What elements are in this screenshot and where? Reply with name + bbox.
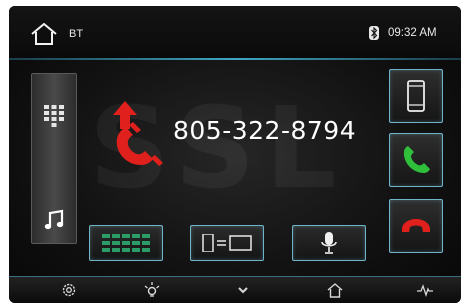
mobile-phone-icon (407, 80, 425, 112)
bottom-nav-bar (9, 276, 461, 303)
outgoing-call-icon (113, 101, 163, 166)
status-bar: BT 09:32 AM (9, 6, 461, 58)
clock: 09:32 AM (388, 27, 437, 39)
home-icon[interactable] (29, 23, 59, 45)
keypad-button[interactable] (89, 225, 163, 261)
answer-call-icon (403, 146, 430, 173)
end-call-button[interactable] (389, 199, 443, 253)
end-call-icon (402, 219, 430, 232)
music-note-icon[interactable] (43, 209, 65, 231)
side-panel (31, 73, 77, 244)
phone-to-car-transfer-icon (202, 234, 252, 252)
keypad-icon (102, 234, 150, 252)
transfer-audio-button[interactable] (190, 225, 264, 261)
settings-icon[interactable] (61, 282, 77, 298)
answer-call-button[interactable] (389, 133, 443, 187)
chevron-down-icon[interactable] (235, 282, 251, 298)
head-unit-frame: SSL BT 09:32 AM 805-322-8794 (9, 6, 461, 303)
brightness-icon[interactable] (144, 282, 160, 298)
dialed-number: 805-322-8794 (173, 116, 357, 145)
mobile-phone-button[interactable] (389, 69, 443, 123)
header-divider (9, 58, 461, 60)
microphone-icon (321, 232, 337, 254)
microphone-button[interactable] (292, 225, 366, 261)
bluetooth-icon (369, 26, 379, 40)
keypad-icon[interactable] (42, 104, 66, 128)
home-icon[interactable] (327, 282, 343, 298)
bluetooth-call-screen: SSL BT 09:32 AM 805-322-8794 (9, 6, 461, 276)
source-label: BT (69, 28, 84, 40)
pulse-icon[interactable] (417, 282, 433, 298)
